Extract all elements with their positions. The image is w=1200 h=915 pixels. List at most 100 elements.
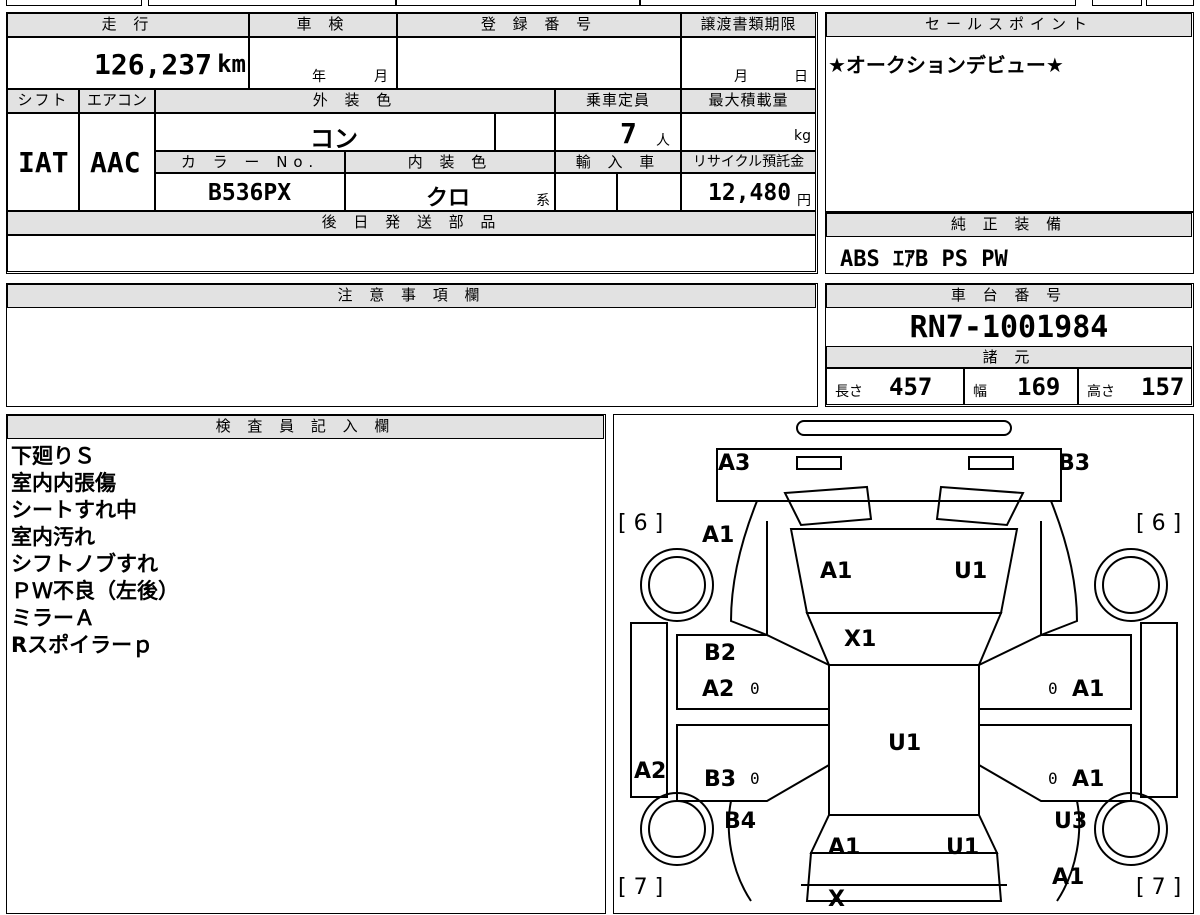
- registration-cell: [397, 37, 681, 89]
- spec-length-value: 457: [889, 373, 933, 401]
- mark-front-bumper-right: B3: [1058, 451, 1091, 476]
- interior-color-suffix: 系: [536, 193, 550, 209]
- remark-item: 室内汚れ: [11, 525, 95, 549]
- notes-panel: 注 意 事 項 欄: [6, 283, 818, 407]
- mark-left-front-fender: A1: [702, 523, 735, 548]
- mark-trunk-left: A1: [828, 835, 861, 860]
- sales-point-panel: セールスポイント ★オークションデビュー★: [825, 12, 1194, 212]
- mark-right-quarter: U3: [1054, 809, 1088, 834]
- inspection-month-label: 月: [374, 69, 388, 85]
- mark-roof: U1: [888, 731, 922, 756]
- spec-length-label: 長さ: [835, 384, 863, 400]
- mark-left-front-door-1: B2: [704, 641, 737, 666]
- max-load-cell: kg: [681, 113, 816, 151]
- remarks-list: 下廻りＳ 室内内張傷 シートすれ中 室内汚れ シフトノブすれ ＰＷ不良（左後） ミラーＡ Rス…: [11, 443, 591, 659]
- recycle-fee-cell: 12,480 円: [681, 173, 816, 211]
- exterior-color-header: 外 装 色: [155, 89, 555, 113]
- exterior-color-cell: コン: [155, 113, 495, 153]
- top-cutoff-strip: [0, 0, 1200, 8]
- remark-item: シフトノブすれ: [11, 552, 158, 576]
- recycle-fee-header: リサイクル預託金: [681, 151, 816, 173]
- max-load-unit: kg: [794, 128, 811, 144]
- shift-cell: IAT: [7, 113, 79, 211]
- remark-item: シートすれ中: [11, 498, 137, 522]
- exterior-color-value: コン: [310, 125, 358, 153]
- inspection-year-label: 年: [312, 69, 326, 85]
- mileage-value: 126,237: [93, 48, 212, 81]
- color-no-cell: B536PX: [155, 173, 345, 211]
- genuine-equipment-value: ABS ｴｱB PS PW: [840, 247, 1008, 272]
- exterior-color-sub-cell: [495, 113, 555, 151]
- aircon-cell: AAC: [79, 113, 155, 211]
- mark-hood-right: U1: [954, 559, 988, 584]
- capacity-header: 乗車定員: [555, 89, 681, 113]
- mark-left-front-door-2: A2: [702, 677, 735, 702]
- genuine-equipment-panel: 純 正 装 備 ABS ｴｱB PS PW: [825, 212, 1194, 274]
- specs-header: 諸 元: [826, 346, 1192, 368]
- sales-point-text: ★オークションデビュー★: [828, 53, 1064, 77]
- color-no-header: カ ラ ー No.: [155, 151, 345, 173]
- interior-color-value: クロ: [426, 186, 471, 211]
- damage-diagram-panel: [ 6 ] [ 6 ] [ 7 ] [ 7 ] A3 B3 A1 A1 U1 X…: [613, 414, 1194, 914]
- aircon-header: エアコン: [79, 89, 155, 113]
- remark-item: 室内内張傷: [11, 471, 116, 495]
- spec-height-label: 高さ: [1087, 384, 1115, 400]
- mark-right-rear-door: A1: [1072, 767, 1105, 792]
- cutoff-box: [396, 0, 640, 6]
- interior-color-header: 内 装 色: [345, 151, 555, 173]
- chassis-panel: 車 台 番 号 RN7-1001984 諸 元 長さ 457 幅 169 高さ …: [825, 283, 1194, 407]
- interior-color-cell: クロ 系: [345, 173, 555, 211]
- import-cell: [555, 173, 617, 211]
- shift-header: シフト: [7, 89, 79, 113]
- mileage-cell: 126,237 km: [7, 37, 249, 89]
- mark-windshield: X1: [844, 627, 877, 652]
- recycle-fee-unit: 円: [797, 193, 811, 209]
- capacity-cell: 7 人: [555, 113, 681, 151]
- remark-item: 下廻りＳ: [11, 444, 95, 468]
- cutoff-box: [6, 0, 142, 6]
- mark-left-rocker: A2: [634, 759, 667, 784]
- tire-front-left-label: [ 6 ]: [618, 511, 664, 536]
- capacity-unit: 人: [656, 133, 670, 149]
- transfer-deadline-header: 譲渡書類期限: [681, 13, 816, 37]
- mark-left-rear-door: B3: [704, 767, 737, 792]
- remark-item: ミラーＡ: [11, 606, 95, 630]
- spec-width-value: 169: [1017, 373, 1061, 401]
- cutoff-box: [148, 0, 396, 6]
- later-parts-cell: [7, 235, 816, 272]
- mark-hood-left: A1: [820, 559, 853, 584]
- mark-left-rear-door-zero: 0: [750, 769, 760, 788]
- spec-width-label: 幅: [973, 384, 987, 400]
- mark-rear-right: A1: [1052, 865, 1085, 890]
- mark-front-bumper-left: A3: [718, 451, 751, 476]
- mark-right-front-door: A1: [1072, 677, 1105, 702]
- chassis-value: RN7-1001984: [909, 310, 1109, 345]
- tire-front-right-label: [ 6 ]: [1136, 511, 1182, 536]
- cutoff-box: [640, 0, 1076, 6]
- max-load-header: 最大積載量: [681, 89, 816, 113]
- mark-left-front-door-zero: 0: [750, 679, 760, 698]
- registration-header: 登 録 番 号: [397, 13, 681, 37]
- cutoff-box: [1146, 0, 1194, 6]
- spec-height-cell: 高さ 157: [1078, 368, 1192, 405]
- cutoff-box: [1092, 0, 1142, 6]
- import-sub-cell: [617, 173, 681, 211]
- transfer-deadline-cell: 月 日: [681, 37, 816, 89]
- mileage-unit: km: [217, 50, 246, 78]
- inspector-panel: 検 査 員 記 入 欄 下廻りＳ 室内内張傷 シートすれ中 室内汚れ シフトノブすれ ＰＷ…: [6, 414, 606, 914]
- recycle-fee-value: 12,480: [708, 180, 792, 206]
- tire-rear-left-label: [ 7 ]: [618, 875, 664, 900]
- mark-right-rear-door-zero: 0: [1048, 769, 1058, 788]
- spec-width-cell: 幅 169: [964, 368, 1078, 405]
- later-parts-header: 後 日 発 送 部 品: [7, 211, 816, 235]
- genuine-equipment-header: 純 正 装 備: [826, 213, 1192, 237]
- capacity-value: 7: [620, 117, 637, 150]
- mark-trunk-right: U1: [946, 835, 980, 860]
- notes-header: 注 意 事 項 欄: [7, 284, 816, 308]
- car-outline-diagram: [630, 420, 1178, 902]
- spec-length-cell: 長さ 457: [826, 368, 964, 405]
- mark-left-quarter: B4: [724, 809, 757, 834]
- remark-item: Rスポイラーｐ: [11, 633, 154, 657]
- mileage-header: 走 行: [7, 13, 249, 37]
- chassis-header: 車 台 番 号: [826, 284, 1192, 308]
